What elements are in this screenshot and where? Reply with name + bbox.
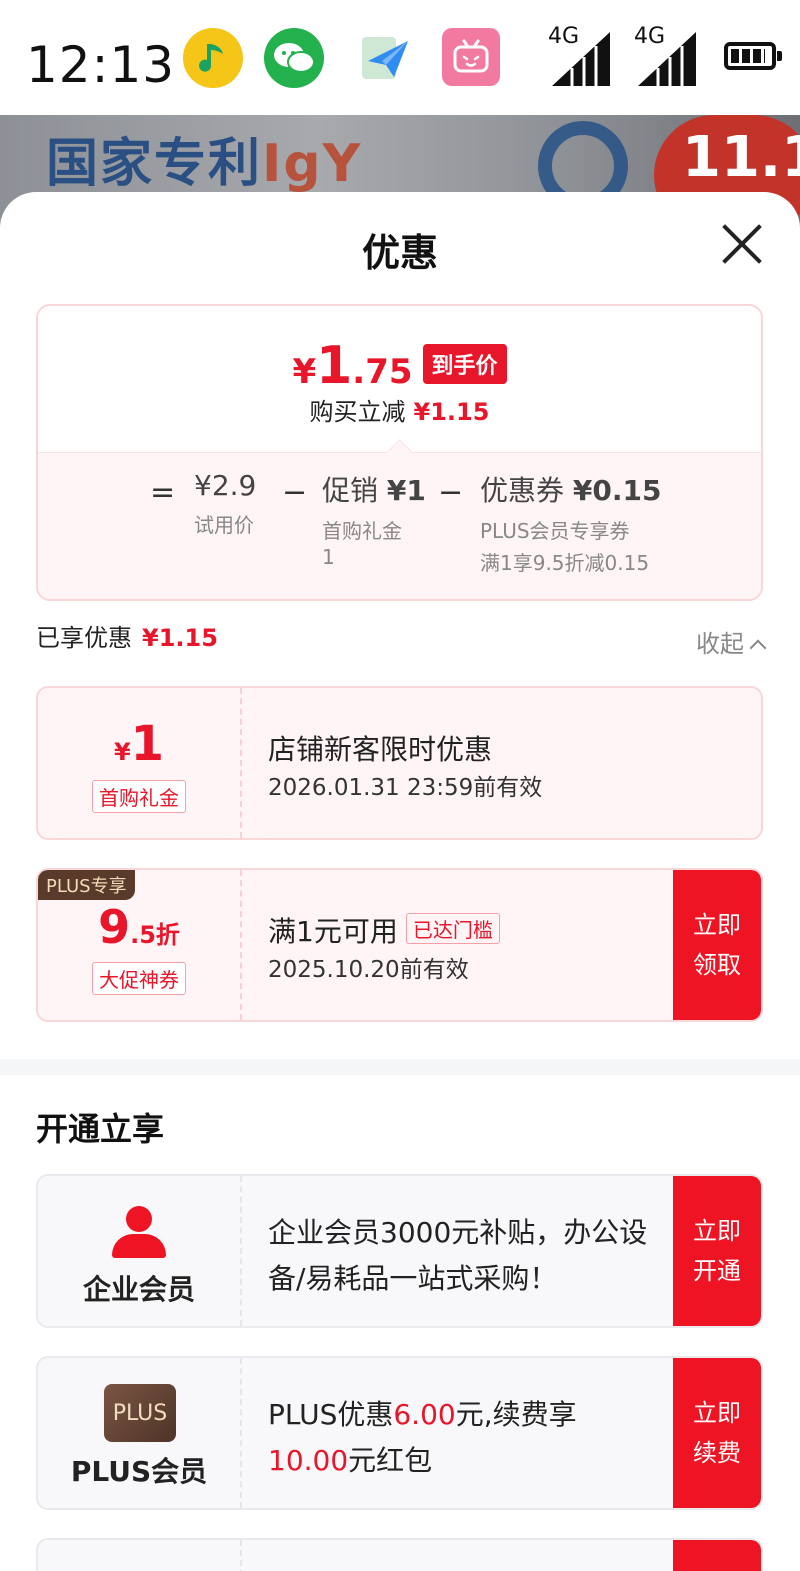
coupon-type-tag: 大促神券 (92, 962, 186, 995)
member-benefit-text: 企业会员3000元补贴，办公设备/易耗品一站式采购！ (268, 1216, 648, 1295)
send-icon (355, 28, 415, 88)
promo-sub: 首购礼金 (322, 519, 402, 543)
price-summary: ¥1.75 到手价 购买立减 ¥1.15 = ¥2.9 试用价 − 促销 ¥1 首购… (36, 304, 763, 601)
signal-icon: 4G (548, 24, 616, 90)
renew-membership-button[interactable]: 立即 续费 (673, 1358, 761, 1508)
close-button[interactable] (720, 222, 764, 266)
music-icon (183, 28, 243, 88)
promo-sub-count: 1 (322, 545, 335, 569)
promo-amount: 促销 ¥1 (322, 474, 426, 507)
minus-sign: − (438, 475, 464, 510)
minus-sign: − (282, 475, 308, 510)
collapse-button[interactable]: 收起 (696, 624, 767, 659)
member-benefit-text: PLUS优惠6.00元,续费享 10.00元红包 (268, 1398, 577, 1477)
claim-coupon-button[interactable]: 立即 领取 (673, 870, 761, 1020)
enterprise-member-card: 企业会员 企业会员3000元补贴，办公设备/易耗品一站式采购！ 立即 开通 (36, 1174, 763, 1328)
signal-icon: 4G (634, 24, 702, 90)
coupon-type-tag: 首购礼金 (92, 780, 186, 813)
sheet-title: 优惠 (361, 231, 438, 275)
coupon-validity: 2026.01.31 23:59前有效 (268, 775, 543, 801)
section-divider (0, 1059, 800, 1075)
discount-sheet: 优惠 ¥1.75 到手价 购买立减 ¥1.15 = ¥2.9 试用价 − 促销 ¥1… (0, 192, 800, 1571)
clock: 12:13 (26, 36, 176, 94)
person-icon (112, 1206, 166, 1258)
coupon-card: PLUS专享 9.5折 大促神券 满1元可用 已达门槛 2025.10.20前有效… (36, 868, 763, 1022)
coupon-title: 店铺新客限时优惠 (268, 733, 493, 766)
instant-discount: 购买立减 ¥1.15 (309, 398, 490, 426)
battery-icon (724, 42, 782, 70)
price-breakdown: = ¥2.9 试用价 − 促销 ¥1 首购礼金 1 − 优惠券 ¥0.15 PL… (38, 452, 761, 599)
bilibili-icon (442, 28, 500, 86)
plus-member-card: PLUS PLUS会员 PLUS优惠6.00元,续费享 10.00元红包 立即 续费 (36, 1356, 763, 1510)
coupon-rule: 满1享9.5折减0.15 (480, 551, 650, 575)
final-price-tag: 到手价 (422, 344, 507, 384)
member-name: 企业会员 (82, 1273, 195, 1306)
equals-sign: = (150, 475, 176, 510)
coupon-amount: 优惠券 ¥0.15 (480, 474, 662, 507)
banner-title: 国家专利IgY (46, 134, 363, 194)
member-action-button[interactable] (673, 1540, 761, 1571)
coupon-title: 满1元可用 已达门槛 (268, 910, 500, 950)
member-name: PLUS会员 (70, 1455, 208, 1488)
trial-label: 试用价 (194, 513, 254, 537)
coupon-value: 9.5折 (98, 900, 180, 954)
chevron-up-icon (749, 639, 767, 657)
activate-membership-button[interactable]: 立即 开通 (673, 1176, 761, 1326)
plus-exclusive-badge: PLUS专享 (38, 870, 135, 900)
plus-logo-icon: PLUS (104, 1384, 176, 1442)
threshold-reached-tag: 已达门槛 (405, 913, 500, 944)
coupon-validity: 2025.10.20前有效 (268, 957, 469, 983)
member-card-partial (36, 1538, 763, 1571)
coupon-sub: PLUS会员专享券 (480, 519, 630, 543)
trial-price: ¥2.9 (194, 469, 257, 502)
section-title: 开通立享 (36, 1110, 165, 1148)
coupon-card: ¥1 首购礼金 店铺新客限时优惠 2026.01.31 23:59前有效 (36, 686, 763, 840)
enjoyed-discount: 已享优惠 ¥1.15 (36, 624, 218, 652)
final-price: ¥1.75 到手价 (38, 336, 761, 396)
status-bar: 12:13 4G 4G (0, 0, 800, 115)
wechat-icon (264, 28, 324, 88)
coupon-value: ¥1 (113, 716, 165, 772)
